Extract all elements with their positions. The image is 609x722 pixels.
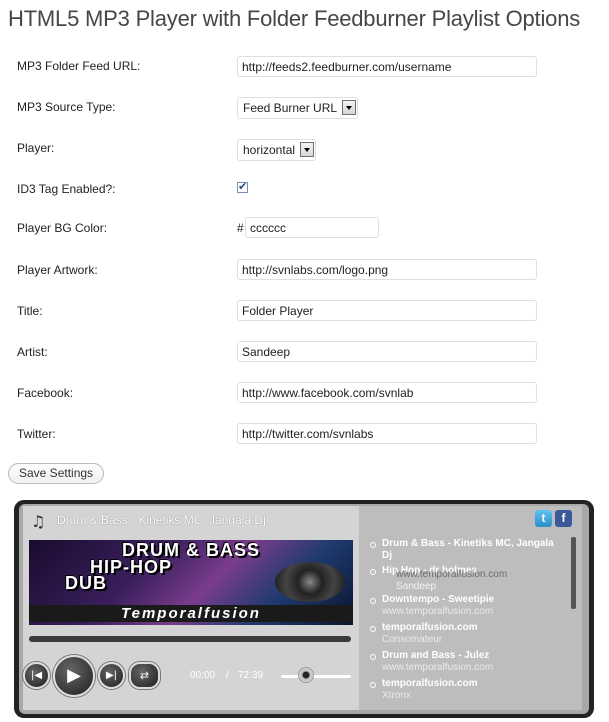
bg-color-input[interactable] — [245, 217, 379, 238]
artwork-label: Player Artwork: — [17, 263, 98, 277]
id3-label: ID3 Tag Enabled?: — [17, 182, 116, 196]
playlist-item[interactable]: Drum & Bass - Kinetiks MC, Jangala Dj — [370, 538, 562, 562]
player-label: Player: — [17, 141, 55, 155]
bullet-icon — [370, 626, 376, 632]
feed-url-input[interactable] — [237, 56, 537, 77]
playlist-item-title: temporalfusion.com — [382, 622, 478, 633]
twitter-input[interactable] — [237, 423, 537, 444]
time-separator: / — [226, 670, 229, 681]
playlist-item-sub: www.temporalfusion.com — [382, 662, 494, 673]
playlist-item-sub: www.temporalfusion.com — [396, 569, 508, 580]
bg-color-label: Player BG Color: — [17, 221, 108, 235]
chevron-down-icon — [342, 100, 357, 115]
artwork-line-3: DUB — [65, 573, 107, 593]
page-title: HTML5 MP3 Player with Folder Feedburner … — [8, 6, 581, 31]
current-time: 00:00 — [190, 670, 216, 681]
bullet-icon — [370, 542, 376, 548]
playlist-item-title: Drum and Bass - Julez — [382, 650, 490, 661]
source-type-value: Feed Burner URL — [243, 101, 338, 115]
artwork-brand: Temporalfusion — [29, 605, 353, 622]
playlist-item-title: Downtempo - Sweetipie — [382, 594, 495, 605]
previous-button[interactable]: |◀ — [23, 662, 50, 689]
artist-label: Artist: — [17, 345, 48, 359]
artwork-input[interactable] — [237, 259, 537, 280]
source-type-select[interactable]: Feed Burner URL — [237, 97, 359, 119]
twitter-label: Twitter: — [17, 427, 56, 441]
id3-checkbox[interactable] — [237, 180, 248, 193]
seek-bar[interactable] — [29, 636, 351, 642]
chevron-down-icon — [300, 142, 315, 157]
playlist-item[interactable]: temporalfusion.com Consomateur — [370, 622, 562, 646]
feed-url-label: MP3 Folder Feed URL: — [17, 59, 141, 73]
player-value: horizontal — [243, 143, 296, 157]
twitter-icon[interactable]: t — [535, 510, 552, 527]
now-playing-title: Drum & Bass - Kinetiks MC, Jangala Dj — [57, 513, 266, 527]
next-button[interactable]: ▶| — [98, 662, 125, 689]
facebook-icon[interactable]: f — [555, 510, 572, 527]
player-select[interactable]: horizontal — [237, 139, 317, 161]
playlist-item-sub: www.temporalfusion.com — [382, 606, 494, 617]
duration: 72:39 — [238, 670, 264, 681]
source-type-label: MP3 Source Type: — [17, 100, 116, 114]
facebook-input[interactable] — [237, 382, 537, 403]
playlist-item-title: Drum & Bass - Kinetiks MC, Jangala Dj — [382, 538, 554, 561]
volume-knob[interactable] — [297, 667, 314, 683]
play-button[interactable]: ▶ — [53, 655, 95, 697]
playlist-item-title: temporalfusion.com — [382, 678, 478, 689]
artist-input[interactable] — [237, 341, 537, 362]
playlist-item[interactable]: temporalfusion.com Xtronx — [370, 678, 562, 702]
volume-slider[interactable] — [281, 675, 351, 678]
playlist-item[interactable]: Downtempo - Sweetipie www.temporalfusion… — [370, 594, 562, 618]
save-settings-button[interactable]: Save Settings — [8, 463, 105, 484]
shuffle-button[interactable]: ⇄ — [129, 662, 160, 689]
music-note-icon: ♫ — [31, 512, 46, 531]
playlist-item-sub: Sandeep — [396, 581, 437, 592]
title-input[interactable] — [237, 300, 537, 321]
title-label: Title: — [17, 304, 43, 318]
playlist-item-sub: Xtronx — [382, 690, 411, 701]
playlist-item-sub: Consomateur — [382, 634, 443, 645]
bullet-icon — [370, 682, 376, 688]
hash-prefix: # — [237, 221, 244, 235]
bullet-icon — [370, 569, 376, 575]
facebook-label: Facebook: — [17, 386, 74, 400]
playlist-item[interactable]: Drum and Bass - Julez www.temporalfusion… — [370, 650, 562, 674]
bullet-icon — [370, 598, 376, 604]
bullet-icon — [370, 654, 376, 660]
album-artwork: DRUM & BASS HIP-HOP DUB Temporalfusion — [29, 540, 353, 625]
